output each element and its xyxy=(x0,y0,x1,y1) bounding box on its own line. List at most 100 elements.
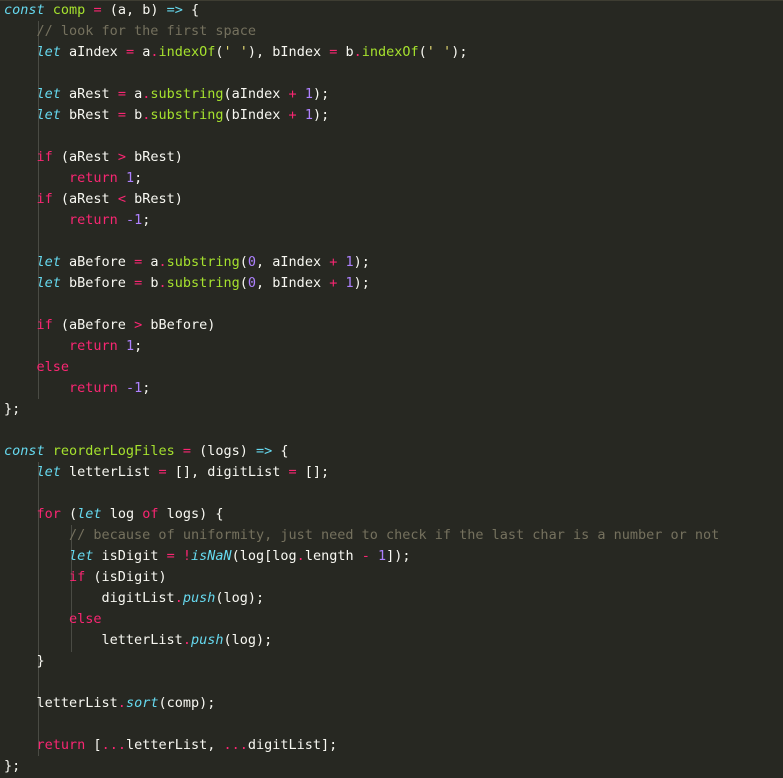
code-line[interactable]: let bRest = b.substring(bIndex + 1); xyxy=(4,105,330,126)
code-token: let xyxy=(36,275,61,291)
code-token: ( xyxy=(215,44,224,60)
code-token: [ xyxy=(85,737,102,753)
code-token: 1 xyxy=(125,338,135,354)
code-token: bRest xyxy=(60,107,118,123)
code-line[interactable]: for (let log of logs) { xyxy=(4,504,224,525)
code-line[interactable]: let isDigit = !isNaN(log[log.length - 1]… xyxy=(4,546,411,567)
code-token: substring xyxy=(166,275,240,291)
code-line[interactable]: return 1; xyxy=(4,336,142,357)
code-line[interactable]: // because of uniformity, just need to c… xyxy=(4,525,719,546)
code-line[interactable]: if (aRest < bRest) xyxy=(4,189,183,210)
code-token: ]); xyxy=(386,548,411,564)
code-token: (isDigit) xyxy=(85,569,167,585)
code-line[interactable]: else xyxy=(4,609,102,630)
code-token: . xyxy=(182,632,191,648)
code-token: , aIndex xyxy=(256,254,330,270)
code-line[interactable]: else xyxy=(4,357,70,378)
code-token: > xyxy=(134,317,143,333)
code-token: 1 xyxy=(378,548,387,564)
code-token: (log); xyxy=(215,590,265,606)
code-token: indexOf xyxy=(158,44,216,60)
code-token: [], digitList xyxy=(166,464,289,480)
code-line[interactable]: if (aBefore > bBefore) xyxy=(4,315,216,336)
code-line[interactable]: }; xyxy=(4,399,20,420)
code-token: (comp); xyxy=(158,695,216,711)
code-token: of xyxy=(142,506,159,522)
code-line[interactable]: let aBefore = a.substring(0, aIndex + 1)… xyxy=(4,252,370,273)
code-token: 1 xyxy=(345,275,354,291)
code-token: const xyxy=(4,2,45,18)
code-line[interactable]: letterList.sort(comp); xyxy=(4,693,216,714)
code-token: ); xyxy=(353,275,370,291)
code-line[interactable]: digitList.push(log); xyxy=(4,588,265,609)
code-token: else xyxy=(36,359,70,375)
code-token: ' ' xyxy=(426,44,452,60)
code-token: reorderLogFiles xyxy=(52,443,175,459)
code-token: . xyxy=(158,254,167,270)
code-token: ... xyxy=(101,737,126,753)
code-line[interactable]: return -1; xyxy=(4,378,150,399)
code-token: letterList, xyxy=(125,737,224,753)
code-token: ; xyxy=(134,338,143,354)
code-line[interactable]: return -1; xyxy=(4,210,150,231)
code-token: // because of uniformity, just need to c… xyxy=(69,527,720,543)
code-token: ; xyxy=(142,380,151,396)
code-token: = xyxy=(134,254,143,270)
code-line[interactable]: return [...letterList, ...digitList]; xyxy=(4,735,338,756)
code-line[interactable]: return 1; xyxy=(4,168,142,189)
code-token: let xyxy=(36,464,61,480)
code-token: return xyxy=(69,380,118,396)
code-line[interactable]: } xyxy=(4,651,45,672)
code-line[interactable]: }; xyxy=(4,756,20,777)
code-token: a xyxy=(125,86,143,102)
code-line[interactable]: let aRest = a.substring(aIndex + 1); xyxy=(4,84,330,105)
code-token: aIndex xyxy=(60,44,126,60)
code-token: // look for the first space xyxy=(36,23,256,39)
code-token: substring xyxy=(150,107,224,123)
code-token: ! xyxy=(182,548,191,564)
code-token: (aRest xyxy=(52,149,118,165)
code-token: (logs) xyxy=(190,443,257,459)
code-line[interactable]: if (isDigit) xyxy=(4,567,167,588)
code-line[interactable]: const comp = (a, b) => { xyxy=(4,0,199,21)
code-token: length xyxy=(304,548,362,564)
code-line[interactable]: if (aRest > bRest) xyxy=(4,147,183,168)
code-token: => xyxy=(166,2,183,18)
code-token: ( xyxy=(239,254,248,270)
code-token: = xyxy=(288,464,297,480)
code-token: for xyxy=(36,506,61,522)
code-editor[interactable]: const comp = (a, b) => { // look for the… xyxy=(0,0,783,778)
code-token: isDigit xyxy=(93,548,167,564)
code-token: push xyxy=(182,590,216,606)
code-token: aRest xyxy=(60,86,118,102)
code-token: 1 xyxy=(304,107,313,123)
code-token: if xyxy=(36,191,53,207)
code-token: letterList xyxy=(60,464,159,480)
code-line[interactable]: let bBefore = b.substring(0, bIndex + 1)… xyxy=(4,273,370,294)
code-token: if xyxy=(69,569,86,585)
code-token: ' ' xyxy=(223,44,248,60)
code-line[interactable]: let letterList = [], digitList = []; xyxy=(4,462,330,483)
code-token: []; xyxy=(296,464,330,480)
code-line[interactable]: let aIndex = a.indexOf(' '), bIndex = b.… xyxy=(4,42,468,63)
code-token: 1 xyxy=(304,86,313,102)
code-line[interactable]: const reorderLogFiles = (logs) => { xyxy=(4,441,289,462)
code-line[interactable]: // look for the first space xyxy=(4,21,256,42)
code-token: bRest) xyxy=(125,191,183,207)
code-line[interactable]: letterList.push(log); xyxy=(4,630,273,651)
code-token: ), bIndex xyxy=(247,44,330,60)
code-token: = xyxy=(125,44,135,60)
